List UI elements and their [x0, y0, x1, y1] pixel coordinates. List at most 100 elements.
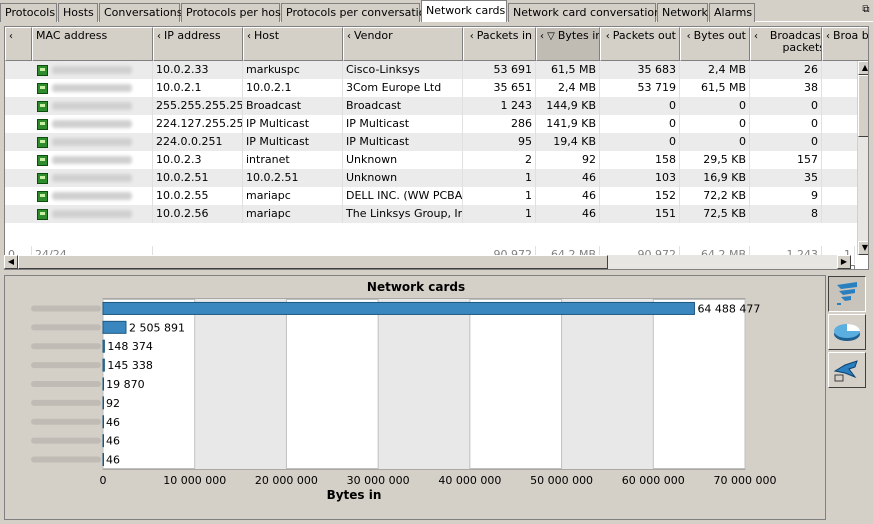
scroll-down-icon[interactable]: ▼	[858, 241, 868, 255]
broadcast-cell: 35	[750, 169, 822, 187]
mac-address-cell	[32, 61, 153, 79]
chart-panel: Network cards 0 10 000 000 20 000 000 30 00…	[4, 275, 826, 520]
vendor-cell: Cisco-Linksys	[343, 61, 463, 79]
vendor-cell: IP Multicast	[343, 115, 463, 133]
redacted-category-label	[31, 399, 101, 406]
packets-out-cell: 35 683	[600, 61, 680, 79]
horizontal-scrollbar[interactable]: ◀ ▶	[4, 255, 851, 269]
tab-network[interactable]: Network	[657, 3, 708, 22]
column-header-label: IP address	[164, 29, 221, 42]
packets-in-cell: 95	[463, 133, 536, 151]
packets-out-cell: 0	[600, 97, 680, 115]
x-axis-label: Bytes in	[327, 488, 382, 502]
column-header-label: MAC address	[36, 29, 108, 42]
column-collapse-header[interactable]: ‹	[5, 27, 32, 61]
x-tick-label: 30 000 000	[347, 474, 410, 487]
bytes-out-cell: 29,5 KB	[680, 151, 750, 169]
redacted-category-label	[31, 305, 101, 312]
vertical-scrollbar[interactable]: ▲ ▼	[857, 61, 868, 255]
table-row[interactable]: 10.0.2.3 intranet Unknown 2 92 158 29,5 KB 157	[5, 151, 865, 169]
network-cards-table: ‹ MAC address ‹ IP address ‹ Host ‹ Vendor ‹ Pack…	[4, 26, 869, 270]
bar-chart-button[interactable]	[828, 276, 866, 312]
restore-window-icon[interactable]: ⧉	[861, 5, 871, 15]
scroll-up-icon[interactable]: ▲	[858, 61, 868, 75]
packets-in-cell: 1	[463, 187, 536, 205]
vertical-scroll-thumb[interactable]	[858, 75, 868, 137]
network-card-icon	[37, 172, 48, 184]
network-card-icon	[37, 154, 48, 166]
redacted-category-label	[31, 343, 101, 350]
tab-protocols-per-conversation[interactable]: Protocols per conversation	[281, 3, 432, 22]
column-header-packets-in[interactable]: ‹ Packets in	[463, 27, 536, 61]
redacted-category-label	[31, 362, 101, 369]
column-header-label: Bytes in	[557, 29, 600, 42]
table-row[interactable]: 224.0.0.251 IP Multicast IP Multicast 95 19,…	[5, 133, 865, 151]
tab-protocols[interactable]: Protocols	[0, 3, 57, 22]
packets-out-cell: 151	[600, 205, 680, 223]
bytes-out-cell: 2,4 MB	[680, 61, 750, 79]
tab-conversations[interactable]: Conversations	[99, 3, 182, 22]
column-header-mac-address[interactable]: MAC address	[32, 27, 153, 61]
bytes-out-cell: 72,5 KB	[680, 205, 750, 223]
vendor-cell: Unknown	[343, 151, 463, 169]
column-header-broa-b[interactable]: ‹ Broa b	[822, 27, 868, 61]
chart-options-button[interactable]	[828, 352, 866, 388]
column-header-bytes-in[interactable]: ‹ ▽ Bytes in	[536, 27, 600, 61]
column-header-broadcast-packets[interactable]: ‹ Broadcast packets	[750, 27, 822, 61]
column-arrow-icon: ‹	[605, 31, 610, 42]
broadcast-cell: 157	[750, 151, 822, 169]
table-row[interactable]: 255.255.255.255 Broadcast Broadcast 1 243 14…	[5, 97, 865, 115]
bytes-out-cell: 0	[680, 97, 750, 115]
network-card-icon	[37, 82, 48, 94]
ip-cell: 255.255.255.255	[153, 97, 243, 115]
sort-descending-icon: ‹ ▽	[540, 31, 555, 42]
column-header-host[interactable]: ‹ Host	[243, 27, 343, 61]
tab-protocols-per-host[interactable]: Protocols per host	[181, 3, 285, 22]
ip-cell: 10.0.2.1	[153, 79, 243, 97]
redacted-mac-address	[52, 174, 132, 182]
column-header-vendor[interactable]: ‹ Vendor	[343, 27, 463, 61]
vendor-cell: IP Multicast	[343, 133, 463, 151]
horizontal-scroll-thumb[interactable]	[18, 255, 608, 269]
table-row[interactable]: 10.0.2.1 10.0.2.1 3Com Europe Ltd 35 651 2,4…	[5, 79, 865, 97]
bytes-out-cell: 16,9 KB	[680, 169, 750, 187]
tab-alarms[interactable]: Alarms	[709, 3, 755, 22]
tab-network-card-conversations[interactable]: Network card conversations	[508, 3, 667, 22]
ip-cell: 224.0.0.251	[153, 133, 243, 151]
table-row[interactable]: 10.0.2.55 mariapc DELL INC. (WW PCBA T 1 46 1…	[5, 187, 865, 205]
table-row[interactable]: 224.127.255.250 IP Multicast IP Multicast 2…	[5, 115, 865, 133]
column-header-bytes-out[interactable]: ‹ Bytes out	[680, 27, 750, 61]
bar	[102, 434, 104, 448]
bar-chart: 0 10 000 000 20 000 000 30 000 000 40 000 00…	[31, 298, 776, 502]
broadcast-cell: 8	[750, 205, 822, 223]
redacted-category-label	[31, 418, 101, 425]
redacted-mac-address	[52, 210, 132, 218]
bytes-in-cell: 46	[536, 205, 600, 223]
redacted-mac-address	[52, 138, 132, 146]
vendor-cell: The Linksys Group, Inc.	[343, 205, 463, 223]
column-header-packets-out[interactable]: ‹ Packets out	[600, 27, 680, 61]
table-row[interactable]: 10.0.2.51 10.0.2.51 Unknown 1 46 103 16,9 KB 35	[5, 169, 865, 187]
mac-address-cell	[32, 151, 153, 169]
network-card-icon	[37, 190, 48, 202]
bytes-out-cell: 72,2 KB	[680, 187, 750, 205]
pie-chart-button[interactable]	[828, 314, 866, 350]
tab-hosts[interactable]: Hosts	[58, 3, 98, 22]
redacted-mac-address	[52, 102, 132, 110]
table-row[interactable]: 10.0.2.33 markuspc Cisco-Linksys 53 691 61,5…	[5, 61, 865, 79]
bytes-in-cell: 2,4 MB	[536, 79, 600, 97]
packets-out-cell: 152	[600, 187, 680, 205]
scroll-left-icon[interactable]: ◀	[4, 255, 18, 269]
table-row[interactable]: 10.0.2.56 mariapc The Linksys Group, Inc. 1…	[5, 205, 865, 223]
redacted-mac-address	[52, 156, 132, 164]
network-card-icon	[37, 208, 48, 220]
column-header-ip-address[interactable]: ‹ IP address	[153, 27, 243, 61]
bar-value-label: 46	[106, 416, 120, 429]
host-cell: mariapc	[243, 205, 343, 223]
host-cell: IP Multicast	[243, 115, 343, 133]
bar-chart-icon	[837, 282, 857, 305]
tab-network-cards[interactable]: Network cards	[421, 0, 507, 22]
packets-out-cell: 0	[600, 133, 680, 151]
broadcast-cell: 0	[750, 97, 822, 115]
scroll-right-icon[interactable]: ▶	[837, 255, 851, 269]
